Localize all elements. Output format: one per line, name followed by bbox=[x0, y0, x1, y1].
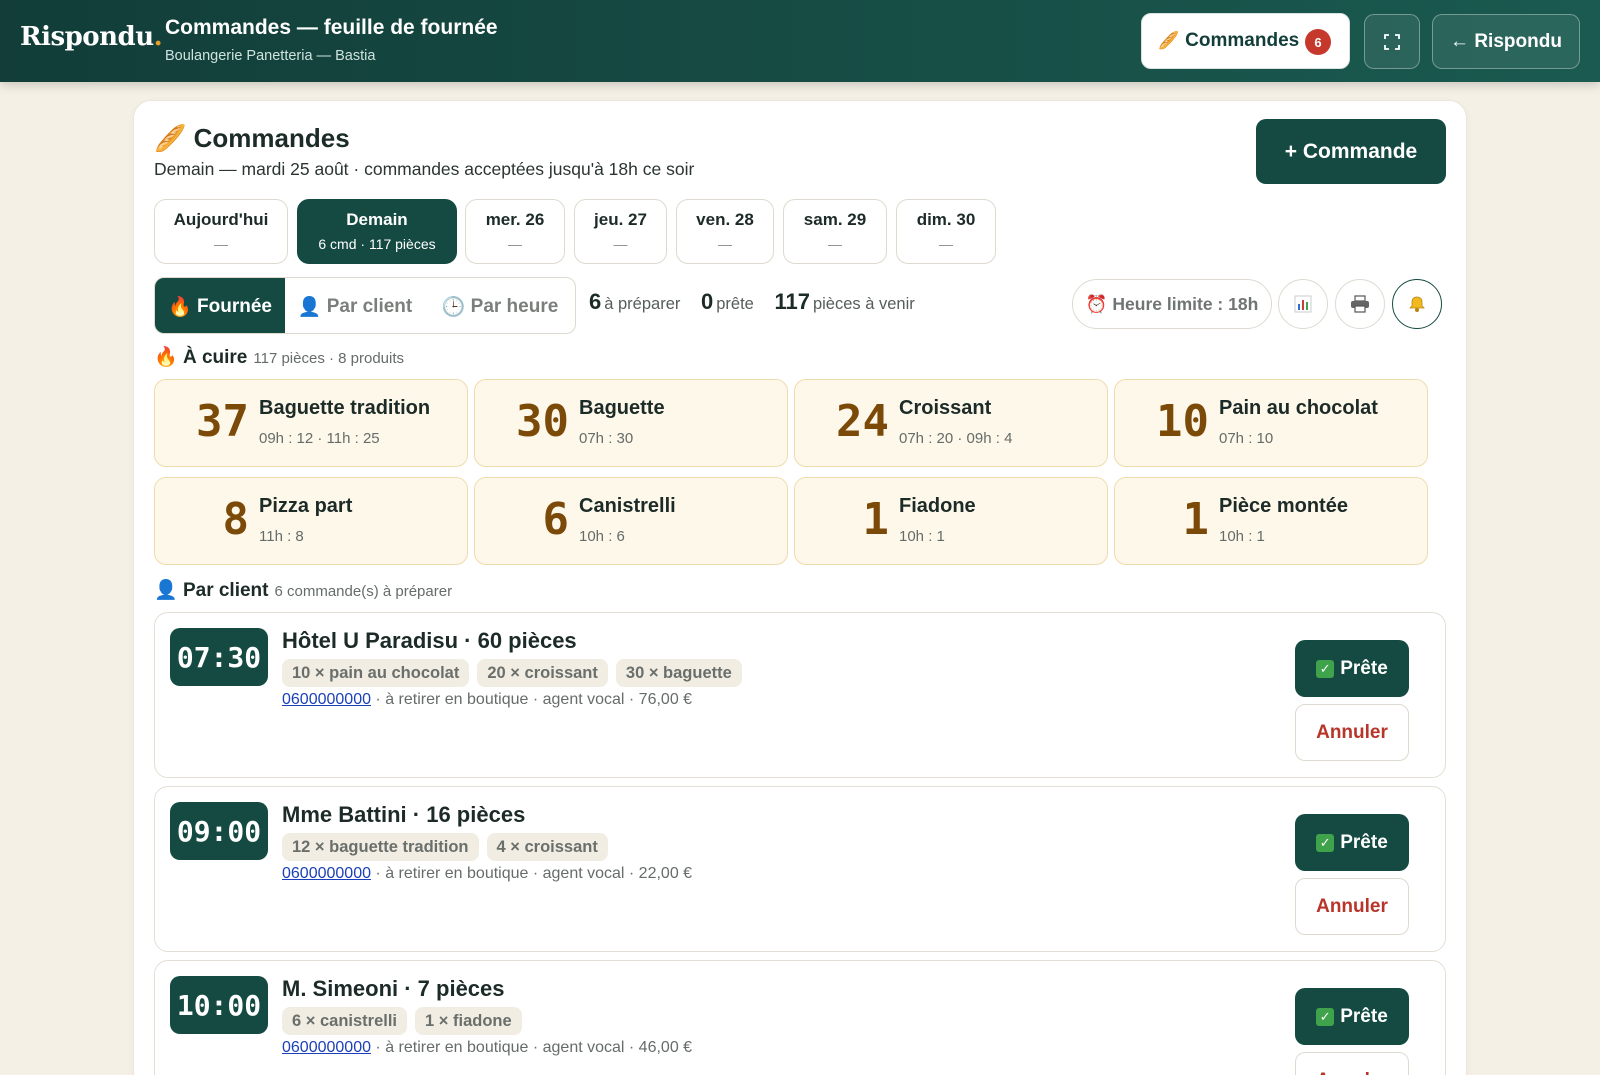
check-icon: ✓ bbox=[1316, 833, 1335, 852]
day-tab-active[interactable]: Demain 6 cmd · 117 pièces bbox=[297, 199, 457, 264]
bell-icon bbox=[1409, 296, 1425, 312]
view-switcher: 🔥 Fournée 👤 Par client 🕒 Par heure bbox=[154, 277, 576, 334]
header-title: Commandes — feuille de fournée bbox=[165, 16, 498, 39]
top-bar: Rispondu. Commandes — feuille de fournée… bbox=[0, 0, 1600, 82]
orders-nav-label: Commandes bbox=[1185, 30, 1300, 51]
product-card: 37 Baguette tradition 09h : 12 · 11h : 25 bbox=[154, 379, 468, 467]
orders-count-badge: 6 bbox=[1305, 29, 1331, 55]
order-meta: 0600000000 · à retirer en boutique · age… bbox=[282, 1039, 693, 1056]
view-tab-par-client[interactable]: 👤 Par client bbox=[285, 278, 425, 333]
order-meta: 0600000000 · à retirer en boutique · age… bbox=[282, 865, 693, 882]
fullscreen-icon bbox=[1384, 33, 1400, 50]
product-card: 1 Fiadone 10h : 1 bbox=[794, 477, 1108, 565]
day-tab[interactable]: sam. 29— bbox=[783, 199, 887, 264]
order-item-chip: 10 × pain au chocolat bbox=[282, 659, 470, 687]
order-time: 09:00 bbox=[170, 802, 268, 860]
order-card: 09:00 Mme Battini · 16 pièces 12 × bague… bbox=[154, 786, 1446, 952]
order-meta: 0600000000 · à retirer en boutique · age… bbox=[282, 691, 693, 708]
person-icon: 👤 bbox=[154, 580, 178, 601]
stat-ready: 0 bbox=[700, 289, 714, 314]
order-card: 07:30 Hôtel U Paradisu · 60 pièces 10 × … bbox=[154, 612, 1446, 778]
check-icon: ✓ bbox=[1316, 659, 1335, 678]
order-item-chip: 6 × canistrelli bbox=[282, 1007, 408, 1035]
order-client-name: Hôtel U Paradisu · 60 pièces bbox=[282, 628, 577, 653]
order-item-chip: 1 × fiadone bbox=[415, 1007, 522, 1035]
product-card: 24 Croissant 07h : 20 · 09h : 4 bbox=[794, 379, 1108, 467]
phone-link[interactable]: 0600000000 bbox=[282, 691, 371, 708]
fullscreen-button[interactable] bbox=[1364, 14, 1420, 69]
deadline-button[interactable]: ⏰ Heure limite : 18h bbox=[1072, 279, 1272, 329]
back-to-rispondu-button[interactable]: ← Rispondu bbox=[1432, 14, 1580, 69]
bread-icon: 🥖 bbox=[154, 123, 187, 153]
page-title: 🥖 Commandes bbox=[154, 123, 350, 153]
order-item-chip: 4 × croissant bbox=[486, 833, 608, 861]
mark-ready-button[interactable]: ✓ Prête bbox=[1295, 814, 1409, 871]
orders-nav-button[interactable]: 🥖 Commandes 6 bbox=[1141, 13, 1350, 69]
notifications-button[interactable] bbox=[1392, 279, 1442, 329]
clock-icon: 🕒 bbox=[441, 296, 466, 318]
order-client-name: M. Simeoni · 7 pièces bbox=[282, 976, 505, 1001]
print-button[interactable] bbox=[1335, 279, 1385, 329]
bread-icon: 🥖 bbox=[1158, 31, 1180, 50]
order-card: 10:00 M. Simeoni · 7 pièces 6 × canistre… bbox=[154, 960, 1446, 1075]
mark-ready-button[interactable]: ✓ Prête bbox=[1295, 988, 1409, 1045]
fire-icon: 🔥 bbox=[154, 347, 178, 368]
product-card: 8 Pizza part 11h : 8 bbox=[154, 477, 468, 565]
product-card: 1 Pièce montée 10h : 1 bbox=[1114, 477, 1428, 565]
cancel-order-button[interactable]: Annuler bbox=[1295, 1052, 1409, 1075]
product-card: 30 Baguette 07h : 30 bbox=[474, 379, 788, 467]
orders-card: 🥖 Commandes Demain — mardi 25 août · com… bbox=[133, 100, 1467, 1075]
cancel-order-button[interactable]: Annuler bbox=[1295, 878, 1409, 935]
day-tab[interactable]: mer. 26— bbox=[465, 199, 565, 264]
order-item-chip: 20 × croissant bbox=[477, 659, 608, 687]
day-tab[interactable]: Aujourd'hui — bbox=[154, 199, 288, 264]
printer-icon bbox=[1351, 295, 1369, 313]
stat-to-prepare: 6 bbox=[589, 289, 602, 314]
order-time: 07:30 bbox=[170, 628, 268, 686]
stats-chart-button[interactable] bbox=[1278, 279, 1328, 329]
order-item-chip: 12 × baguette tradition bbox=[282, 833, 479, 861]
order-item-chip: 30 × baguette bbox=[615, 659, 742, 687]
day-tab[interactable]: dim. 30— bbox=[896, 199, 996, 264]
order-client-name: Mme Battini · 16 pièces bbox=[282, 802, 526, 827]
stat-pieces: 117 bbox=[774, 289, 810, 314]
product-card: 10 Pain au chocolat 07h : 10 bbox=[1114, 379, 1428, 467]
product-card: 6 Canistrelli 10h : 6 bbox=[474, 477, 788, 565]
view-tab-fournee[interactable]: 🔥 Fournée bbox=[155, 278, 285, 333]
day-tab[interactable]: jeu. 27— bbox=[574, 199, 667, 264]
mark-ready-button[interactable]: ✓ Prête bbox=[1295, 640, 1409, 697]
bar-chart-icon bbox=[1294, 295, 1312, 313]
check-icon: ✓ bbox=[1316, 1007, 1335, 1026]
person-icon: 👤 bbox=[297, 296, 322, 318]
stats-summary: 6à préparer 0 prête 117 pièces à venir bbox=[589, 289, 915, 314]
cancel-order-button[interactable]: Annuler bbox=[1295, 704, 1409, 761]
header-subtitle: Boulangerie Panetteria — Bastia bbox=[165, 48, 376, 64]
phone-link[interactable]: 0600000000 bbox=[282, 1039, 371, 1056]
client-section-title: 👤 Par client 6 commande(s) à préparer bbox=[154, 580, 453, 601]
order-time: 10:00 bbox=[170, 976, 268, 1034]
order-items: 12 × baguette tradition 4 × croissant bbox=[282, 833, 608, 861]
view-tab-par-heure[interactable]: 🕒 Par heure bbox=[425, 278, 575, 333]
bake-section-title: 🔥 À cuire 117 pièces · 8 produits bbox=[154, 347, 405, 368]
phone-link[interactable]: 0600000000 bbox=[282, 865, 371, 882]
fire-icon: 🔥 bbox=[168, 296, 192, 318]
brand-logo[interactable]: Rispondu. bbox=[20, 22, 163, 52]
order-items: 6 × canistrelli 1 × fiadone bbox=[282, 1007, 522, 1035]
new-order-button[interactable]: + Commande bbox=[1256, 119, 1446, 184]
order-items: 10 × pain au chocolat 20 × croissant 30 … bbox=[282, 659, 742, 687]
page-subtitle: Demain — mardi 25 août · commandes accep… bbox=[154, 159, 695, 179]
day-tab[interactable]: ven. 28— bbox=[676, 199, 774, 264]
